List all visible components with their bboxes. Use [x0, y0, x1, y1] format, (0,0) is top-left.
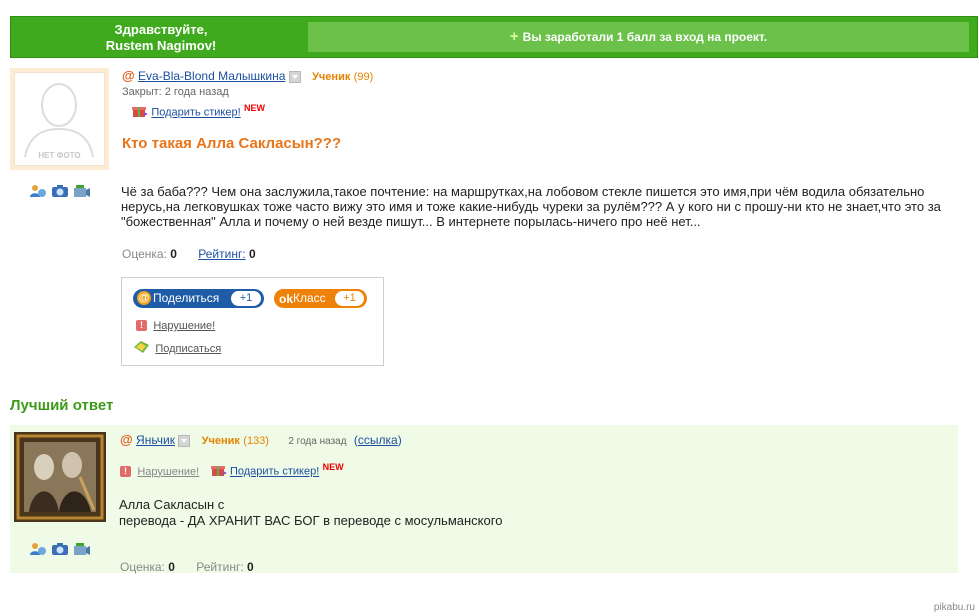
- new-badge: NEW: [244, 102, 266, 113]
- warning-icon: !: [136, 320, 147, 332]
- warning-icon: !: [120, 466, 131, 477]
- share-label: Поделиться: [153, 291, 220, 305]
- bonus-text: Вы заработали 1 балл за вход на проект.: [522, 30, 768, 44]
- answer-author-status-count: (133): [243, 435, 269, 447]
- closed-time: Закрыт: 2 года назад: [122, 86, 229, 98]
- username-text: Rustem Nagimov!: [105, 38, 217, 53]
- answer-time: 2 года назад: [288, 436, 347, 447]
- answer-link-wrapper: (ссылка): [354, 433, 402, 447]
- class-button[interactable]: ok Класс +1: [274, 289, 367, 308]
- user-icon[interactable]: [29, 184, 47, 198]
- subscribe-row: Подписаться: [133, 340, 221, 357]
- chevron-down-icon[interactable]: [178, 434, 191, 447]
- answer-author-line: @ Яньчик Ученик (133) 2 года назад (ссыл…: [120, 432, 402, 447]
- answerer-actions: [29, 542, 91, 556]
- answer-body-line: перевода - ДА ХРАНИТ ВАС БОГ в переводе …: [119, 513, 503, 528]
- greeting-text: Здравствуйте,: [114, 22, 208, 37]
- answer-author-status: Ученик: [201, 435, 240, 447]
- answer-body: Алла Сакласын с перевода - ДА ХРАНИТ ВАС…: [119, 497, 502, 529]
- user-icon[interactable]: [29, 542, 47, 556]
- question-title: Кто такая Алла Сакласын???: [122, 135, 342, 152]
- video-icon[interactable]: [73, 542, 91, 556]
- watermark: pikabu.ru: [933, 602, 975, 613]
- rating-link[interactable]: Рейтинг:: [198, 247, 245, 261]
- answer-permalink[interactable]: ссылка: [358, 433, 398, 447]
- score-label: Оценка:: [120, 560, 165, 574]
- subscribe-link[interactable]: Подписаться: [155, 343, 221, 355]
- chevron-down-icon[interactable]: [288, 70, 301, 83]
- class-label: Класс: [293, 291, 326, 305]
- greeting-block: Здравствуйте, Rustem Nagimov!: [11, 22, 311, 54]
- author-actions: [29, 184, 91, 198]
- answer-actions-row: ! Нарушение! Подарить стикер! NEW: [120, 461, 344, 480]
- score-value: 0: [170, 247, 177, 261]
- rating-label: Рейтинг:: [196, 560, 244, 574]
- share-count: +1: [231, 291, 261, 306]
- score-value: 0: [168, 560, 175, 574]
- odnoklassniki-icon: ok: [279, 292, 294, 306]
- answer-rating-row: Оценка: 0 Рейтинг: 0: [120, 560, 254, 574]
- answer-gift-sticker-link[interactable]: Подарить стикер!: [230, 466, 319, 478]
- share-box: @ Поделиться +1 ok Класс +1 ! Нарушение!…: [121, 277, 384, 366]
- camera-icon[interactable]: [51, 542, 69, 556]
- violation-row: ! Нарушение!: [136, 318, 215, 332]
- author-avatar[interactable]: НЕТ ФОТО: [10, 68, 109, 170]
- bonus-message: + Вы заработали 1 балл за вход на проект.: [308, 22, 969, 52]
- question-author-line: @ Eva-Bla-Blond Малышкина Ученик (99): [122, 68, 373, 83]
- question-rating-row: Оценка: 0 Рейтинг: 0: [122, 247, 256, 261]
- gift-icon: [132, 104, 148, 121]
- camera-icon[interactable]: [51, 184, 69, 198]
- answerer-avatar[interactable]: [14, 432, 106, 522]
- score-label: Оценка:: [122, 247, 167, 261]
- at-icon: @: [122, 68, 135, 83]
- author-status-count: (99): [353, 71, 374, 83]
- no-photo-label: НЕТ ФОТО: [38, 151, 81, 160]
- gift-icon: [210, 463, 227, 480]
- subscribe-icon: [133, 340, 150, 357]
- author-status: Ученик: [312, 71, 351, 83]
- class-count: +1: [335, 291, 364, 306]
- plus-icon: +: [509, 28, 519, 45]
- question-body: Чё за баба??? Чем она заслужила,такое по…: [121, 184, 941, 229]
- answer-violation-link[interactable]: Нарушение!: [137, 466, 199, 478]
- mailru-icon: @: [137, 291, 151, 305]
- video-icon[interactable]: [73, 184, 91, 198]
- gift-sticker-row: Подарить стикер! NEW: [132, 102, 266, 121]
- answer-author-link[interactable]: Яньчик: [136, 433, 175, 447]
- violation-link[interactable]: Нарушение!: [153, 320, 215, 332]
- rating-value: 0: [247, 560, 254, 574]
- top-notification-bar: Здравствуйте, Rustem Nagimov! + Вы зарабо…: [10, 16, 978, 58]
- avatar-image: [14, 432, 106, 522]
- rating-value: 0: [249, 247, 256, 261]
- gift-sticker-link[interactable]: Подарить стикер!: [151, 107, 240, 119]
- share-button[interactable]: @ Поделиться +1: [133, 289, 264, 308]
- avatar-placeholder: НЕТ ФОТО: [14, 72, 105, 166]
- paren-close: ): [397, 433, 402, 447]
- question-author-link[interactable]: Eva-Bla-Blond Малышкина: [138, 69, 285, 83]
- at-icon: @: [120, 432, 133, 447]
- answer-body-line: Алла Сакласын с: [119, 497, 225, 512]
- new-badge: NEW: [322, 461, 344, 472]
- best-answer-title: Лучший ответ: [10, 397, 114, 414]
